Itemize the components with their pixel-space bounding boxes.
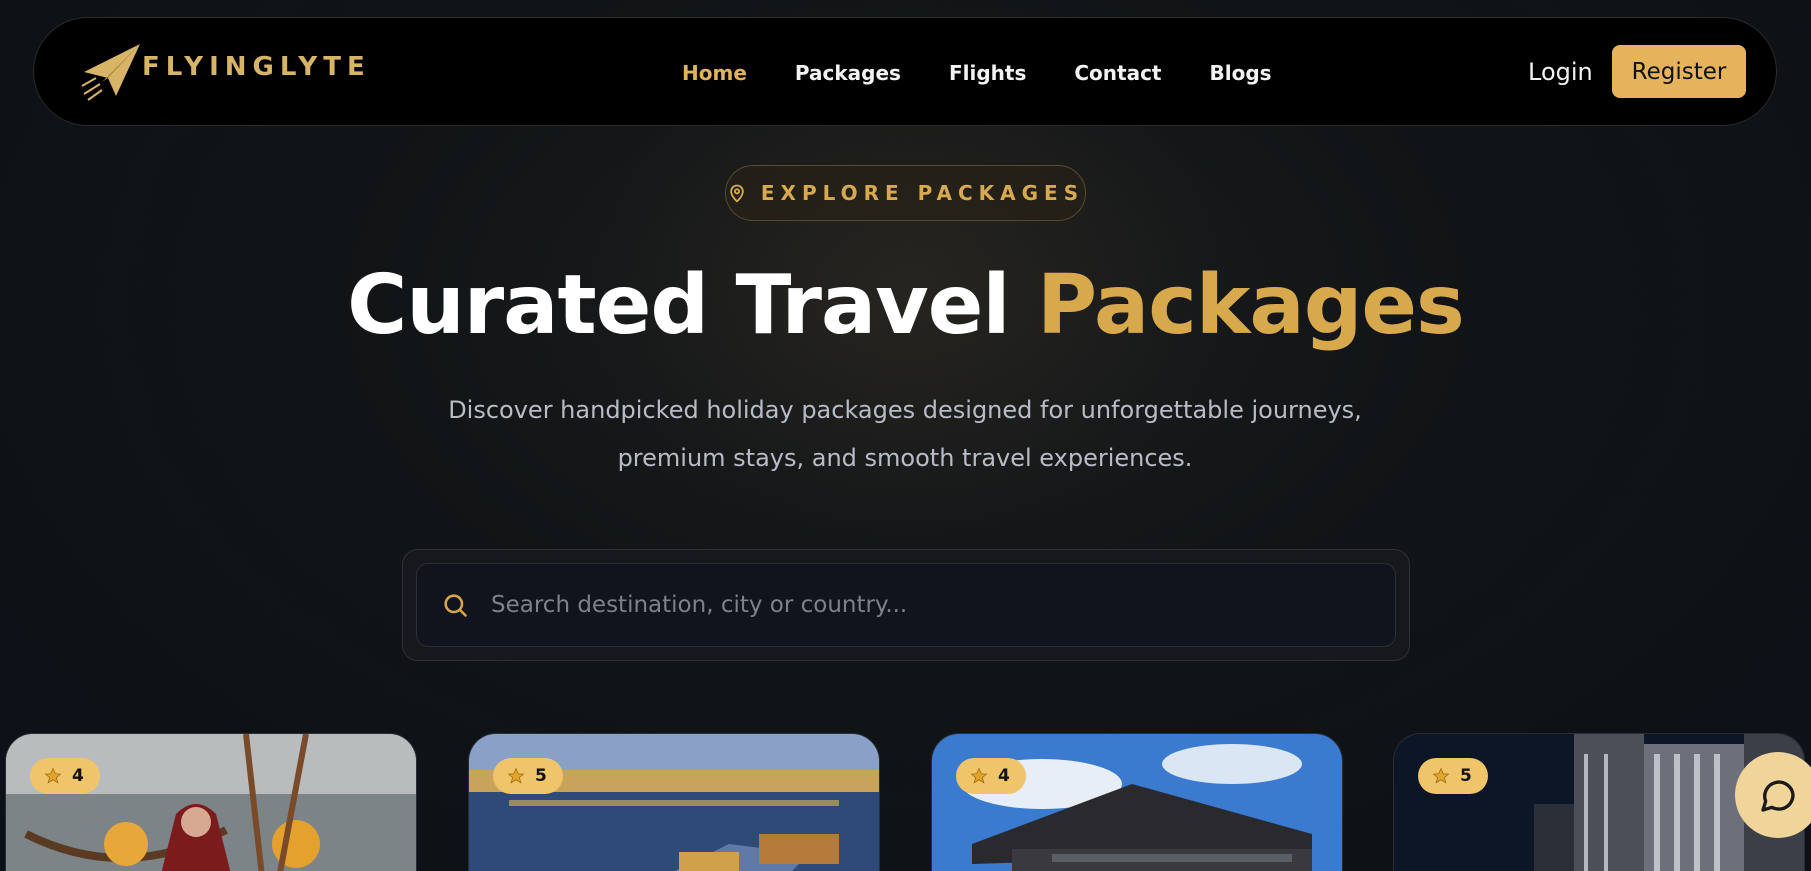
main-nav: Home Packages Flights Contact Blogs — [682, 18, 1272, 127]
star-icon — [44, 767, 62, 784]
nav-link-blogs[interactable]: Blogs — [1210, 61, 1272, 85]
rating-badge: 4 — [30, 758, 100, 794]
card-image-shikara — [6, 734, 416, 871]
title-white: Curated Travel — [347, 258, 1010, 353]
map-pin-icon — [730, 184, 744, 203]
star-icon — [507, 767, 525, 784]
rating-badge: 5 — [493, 758, 563, 794]
subtitle-line-2: premium stays, and smooth travel experie… — [617, 444, 1193, 472]
nav-link-contact[interactable]: Contact — [1074, 61, 1161, 85]
top-navbar: FLYINGLYTE Home Packages Flights Contact… — [33, 17, 1777, 126]
rating-value: 5 — [1460, 766, 1472, 786]
card-image-houseboats — [469, 734, 879, 871]
nav-link-flights[interactable]: Flights — [949, 61, 1026, 85]
search-icon — [444, 594, 467, 617]
rating-value: 5 — [535, 766, 547, 786]
search-box[interactable] — [416, 563, 1396, 647]
chat-button[interactable] — [1735, 752, 1811, 838]
rating-value: 4 — [998, 766, 1010, 786]
rating-badge: 5 — [1418, 758, 1488, 794]
explore-packages-badge: EXPLORE PACKAGES — [725, 165, 1086, 221]
search-container — [402, 549, 1410, 661]
brand-logo[interactable]: FLYINGLYTE — [78, 38, 371, 104]
nav-link-packages[interactable]: Packages — [795, 61, 901, 85]
star-icon — [970, 767, 988, 784]
rating-value: 4 — [72, 766, 84, 786]
brand-name: FLYINGLYTE — [142, 52, 371, 82]
badge-label: EXPLORE PACKAGES — [760, 181, 1085, 205]
card-image-palace — [932, 734, 1342, 871]
package-card[interactable]: 4 — [5, 733, 417, 871]
chat-bubble-icon — [1761, 780, 1795, 812]
page-title: Curated Travel Packages — [0, 258, 1811, 353]
title-gold: Packages — [1037, 258, 1465, 353]
paper-plane-icon — [81, 44, 140, 101]
hero-subtitle: Discover handpicked holiday packages des… — [405, 386, 1405, 482]
subtitle-line-1: Discover handpicked holiday packages des… — [448, 396, 1362, 424]
star-icon — [1432, 767, 1450, 784]
rating-badge: 4 — [956, 758, 1026, 794]
login-link[interactable]: Login — [1528, 58, 1593, 86]
register-button[interactable]: Register — [1612, 45, 1746, 98]
package-card[interactable]: 5 — [468, 733, 880, 871]
package-card[interactable]: 4 — [931, 733, 1343, 871]
search-input[interactable] — [491, 592, 1395, 618]
nav-link-home[interactable]: Home — [682, 61, 747, 85]
